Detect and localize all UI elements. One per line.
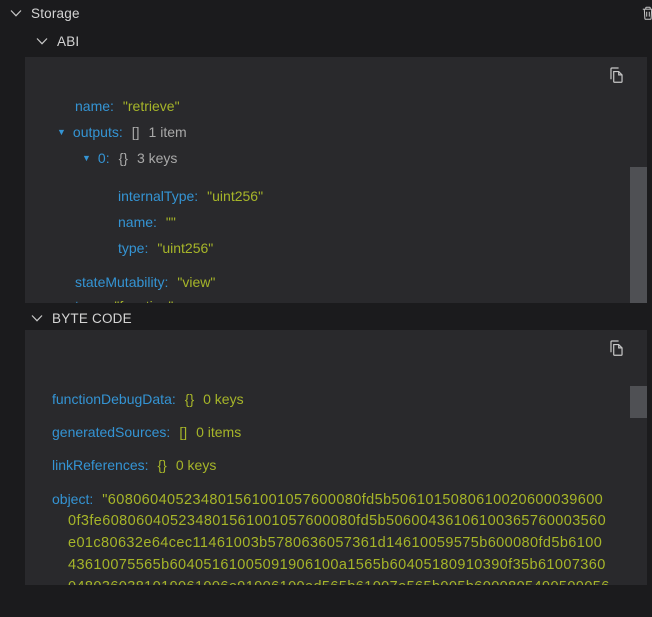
json-value: "" bbox=[166, 214, 176, 231]
json-row-object: object: "608060405234801561001057600080f… bbox=[52, 491, 603, 509]
json-row-linkreferences: linkReferences: {} 0 keys bbox=[52, 457, 216, 474]
json-brackets: [] bbox=[179, 424, 187, 441]
storage-section-title: Storage bbox=[31, 6, 80, 21]
json-value: "retrieve" bbox=[123, 98, 180, 115]
json-row-outputs: ▼ outputs: [] 1 item bbox=[57, 124, 187, 141]
json-key: object: bbox=[52, 491, 93, 508]
json-row-type: type: "uint256" bbox=[118, 240, 213, 257]
copy-icon[interactable] bbox=[606, 65, 625, 84]
copy-icon[interactable] bbox=[606, 338, 625, 357]
json-key: name: bbox=[75, 98, 114, 115]
json-brackets: [] bbox=[132, 124, 140, 141]
bytecode-hex-line: 43610075565b60405161005091906100a1565b60… bbox=[68, 557, 606, 574]
bytecode-hex-line: 0f3fe608060405234801561001057600080fd5b5… bbox=[68, 513, 606, 530]
json-value: "uint256" bbox=[157, 240, 213, 257]
json-value: "function" bbox=[114, 298, 173, 303]
json-key: 0: bbox=[98, 150, 110, 167]
json-key: type: bbox=[118, 240, 148, 257]
json-key: name: bbox=[118, 214, 157, 231]
collapse-arrow-icon[interactable]: ▼ bbox=[82, 150, 91, 167]
bytecode-hex-line-clipped: 0480360381019061006e91906100ed565b61007e… bbox=[68, 579, 610, 585]
chevron-down-icon[interactable] bbox=[30, 311, 44, 325]
json-key: functionDebugData: bbox=[52, 391, 176, 408]
json-key: internalType: bbox=[118, 188, 198, 205]
abi-header[interactable]: ABI bbox=[0, 30, 652, 52]
collapse-arrow-icon[interactable]: ▼ bbox=[57, 124, 66, 141]
json-row-type-clipped: type: "function" bbox=[75, 298, 173, 303]
json-key: linkReferences: bbox=[52, 457, 149, 474]
chevron-down-icon[interactable] bbox=[35, 34, 49, 48]
storage-header[interactable]: Storage bbox=[0, 2, 652, 24]
scrollbar-thumb[interactable] bbox=[630, 386, 647, 418]
json-row-0: ▼ 0: {} 3 keys bbox=[82, 150, 177, 167]
json-row-functiondebugdata: functionDebugData: {} 0 keys bbox=[52, 391, 244, 408]
json-item-count: 3 keys bbox=[137, 150, 177, 167]
json-brackets: {} bbox=[119, 150, 128, 167]
json-key: stateMutability: bbox=[75, 274, 168, 291]
json-item-count: 0 items bbox=[196, 424, 241, 441]
bytecode-json-viewer: functionDebugData: {} 0 keys generatedSo… bbox=[25, 330, 647, 585]
trash-icon[interactable] bbox=[640, 5, 652, 21]
scrollbar-thumb[interactable] bbox=[630, 167, 647, 303]
json-row-generatedsources: generatedSources: [] 0 items bbox=[52, 424, 241, 441]
json-item-count: 0 keys bbox=[203, 391, 243, 408]
bytecode-section-title: BYTE CODE bbox=[52, 311, 132, 326]
json-item-count: 1 item bbox=[149, 124, 187, 141]
abi-section-title: ABI bbox=[57, 34, 79, 49]
json-brackets: {} bbox=[185, 391, 194, 408]
json-row-name: name: "retrieve" bbox=[75, 98, 180, 115]
bytecode-hex-line: e01c80632e64cec11461003b5780636057361d14… bbox=[68, 535, 602, 552]
json-row-statemutability: stateMutability: "view" bbox=[75, 274, 215, 291]
json-key: type: bbox=[75, 298, 105, 303]
json-brackets: {} bbox=[158, 457, 167, 474]
json-row-internaltype: internalType: "uint256" bbox=[118, 188, 263, 205]
chevron-down-icon[interactable] bbox=[9, 6, 23, 20]
json-item-count: 0 keys bbox=[176, 457, 216, 474]
bytecode-hex-line: "608060405234801561001057600080fd5b50610… bbox=[102, 492, 603, 509]
json-key: generatedSources: bbox=[52, 424, 170, 441]
json-value: "view" bbox=[177, 274, 215, 291]
json-row-name2: name: "" bbox=[118, 214, 176, 231]
json-key: outputs: bbox=[73, 124, 123, 141]
bytecode-header[interactable]: BYTE CODE bbox=[0, 307, 652, 329]
json-value: "uint256" bbox=[207, 188, 263, 205]
abi-json-viewer: name: "retrieve" ▼ outputs: [] 1 item ▼ … bbox=[25, 57, 647, 303]
